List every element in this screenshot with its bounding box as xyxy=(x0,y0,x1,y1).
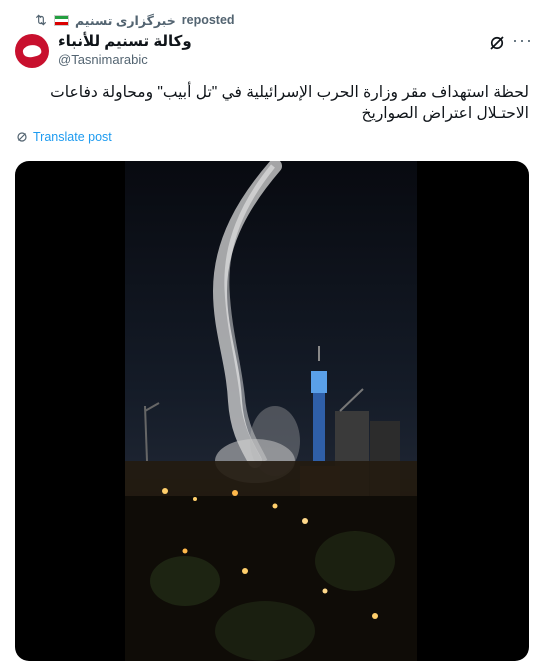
more-options-button[interactable]: ··· xyxy=(512,30,533,51)
avatar[interactable] xyxy=(15,34,49,68)
repost-label: reposted xyxy=(181,13,235,27)
repost-indicator: خبرگزاری تسنیم reposted xyxy=(34,11,235,29)
night-city-smoke-image xyxy=(125,161,417,661)
translate-label[interactable]: Translate post xyxy=(33,130,112,144)
author-name[interactable]: وكالة تسنيم للأنباء xyxy=(58,32,192,50)
post-text: لحظة استهداف مقر وزارة الحرب الإسرائيلية… xyxy=(50,84,529,122)
author-handle[interactable]: @Tasnimarabic xyxy=(58,52,148,67)
grok-icon[interactable] xyxy=(488,34,506,52)
iran-flag-icon xyxy=(54,14,69,26)
video-frame[interactable] xyxy=(125,161,417,661)
repost-account[interactable]: خبرگزاری تسنیم xyxy=(75,13,176,28)
media-container[interactable] xyxy=(15,161,529,661)
translate-icon xyxy=(17,132,27,142)
translate-post-link[interactable]: Translate post xyxy=(16,130,112,144)
repost-icon xyxy=(35,14,47,26)
